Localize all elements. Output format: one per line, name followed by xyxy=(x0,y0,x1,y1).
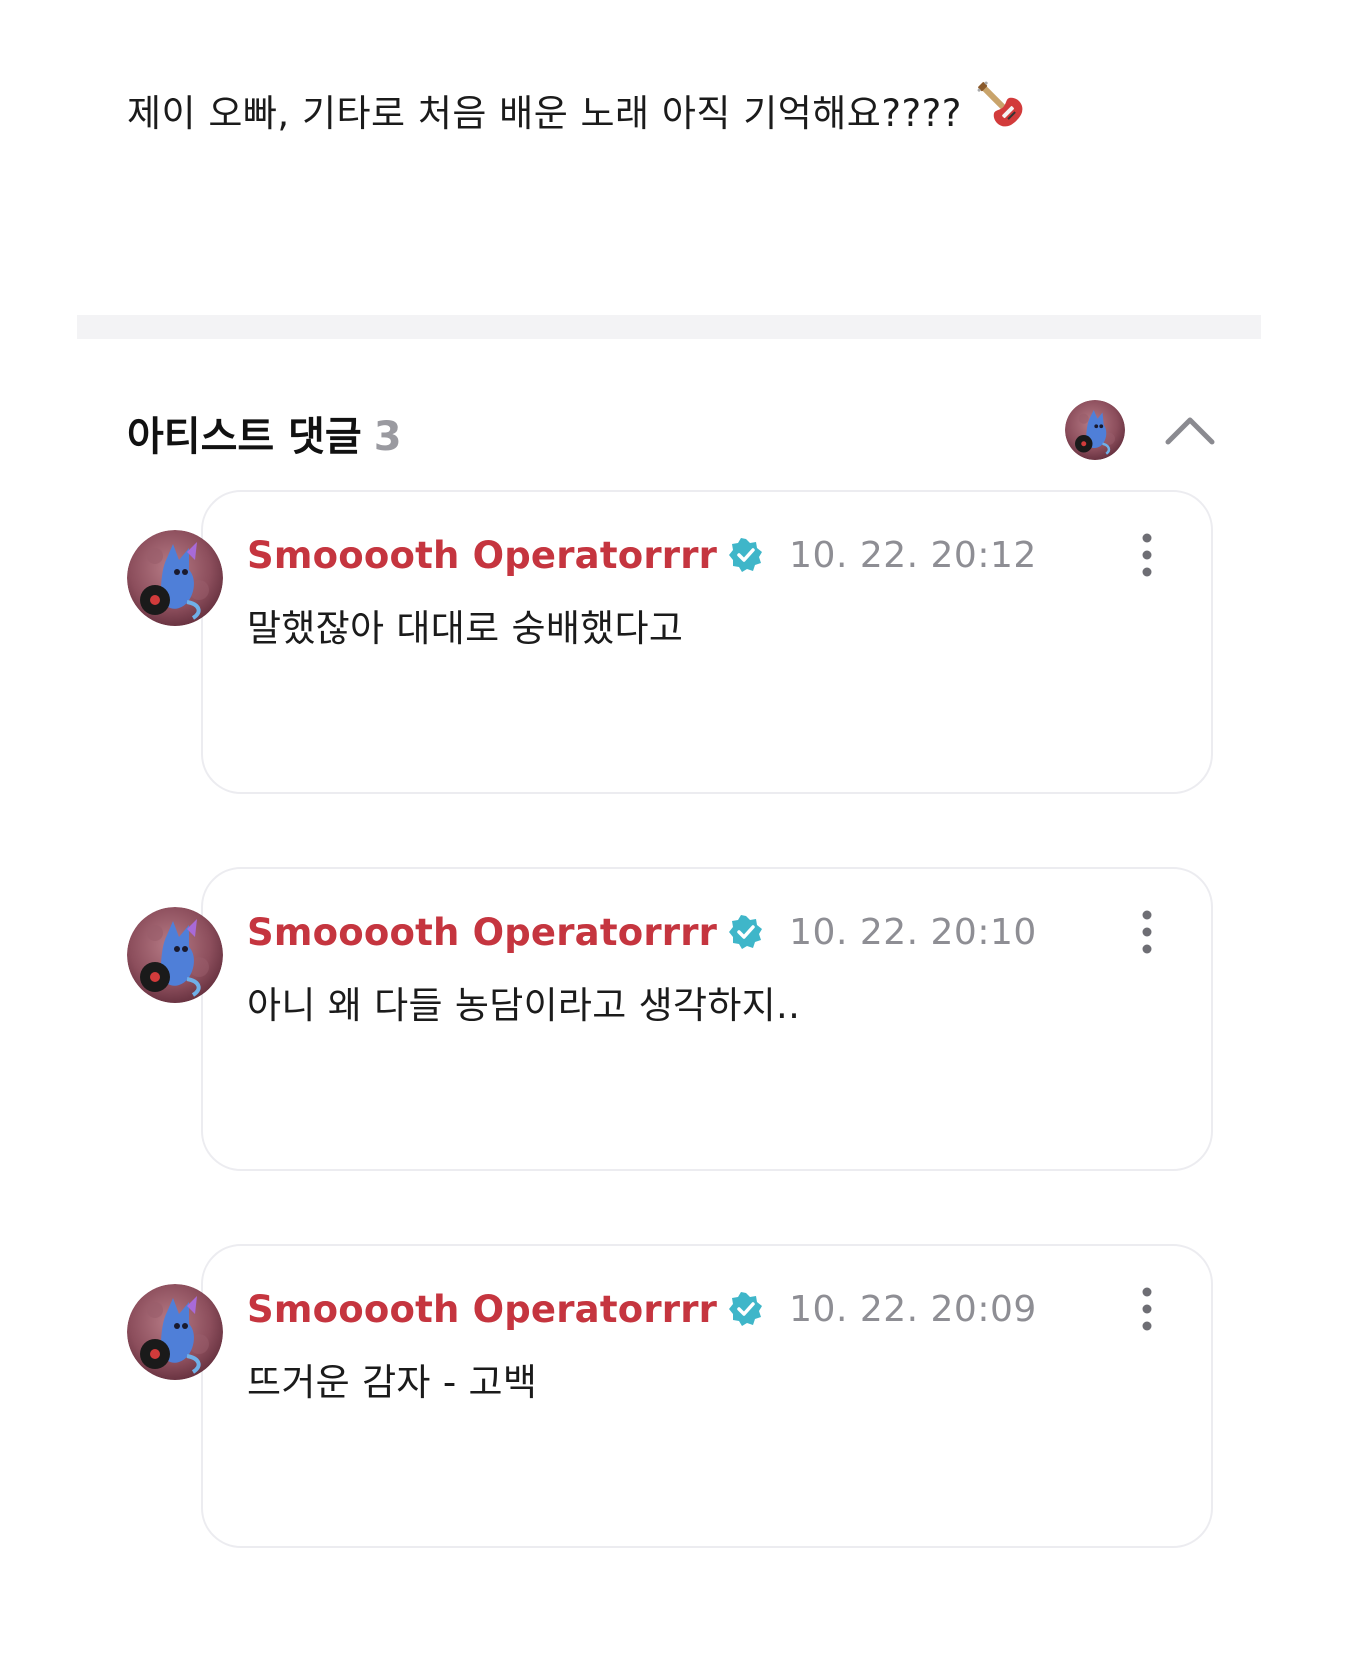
comment-text: 아니 왜 다들 농담이라고 생각하지.. xyxy=(247,984,801,1027)
section-divider xyxy=(77,315,1261,339)
post-body: 제이 오빠, 기타로 처음 배운 노래 아직 기억해요???? xyxy=(127,81,1030,147)
verified-badge-icon xyxy=(729,538,763,572)
comment-author[interactable]: Smooooth Operatorrrr xyxy=(247,1288,717,1331)
comment-meta: Smooooth Operatorrrr 10. 22. 20:09 xyxy=(247,1284,1037,1334)
comment-text: 뜨거운 감자 - 고백 xyxy=(247,1361,538,1404)
comment-author[interactable]: Smooooth Operatorrrr xyxy=(247,911,717,954)
comment-item: Smooooth Operatorrrr 10. 22. 20:09 뜨거운 감… xyxy=(127,1244,1217,1554)
comment-timestamp: 10. 22. 20:09 xyxy=(789,1288,1037,1330)
comment-item: Smooooth Operatorrrr 10. 22. 20:10 아니 왜 … xyxy=(127,867,1217,1177)
comment-meta: Smooooth Operatorrrr 10. 22. 20:10 xyxy=(247,907,1037,957)
more-vertical-icon[interactable] xyxy=(1127,530,1167,580)
section-title-label: 아티스트 댓글 xyxy=(127,414,362,460)
comment-count: 3 xyxy=(373,414,402,460)
verified-badge-icon xyxy=(729,915,763,949)
commenter-avatar[interactable] xyxy=(127,1284,223,1380)
chevron-up-icon[interactable] xyxy=(1162,410,1218,450)
more-vertical-icon[interactable] xyxy=(1127,907,1167,957)
post-text: 제이 오빠, 기타로 처음 배운 노래 아직 기억해요???? xyxy=(127,92,962,135)
more-vertical-icon[interactable] xyxy=(1127,1284,1167,1334)
comment-item: Smooooth Operatorrrr 10. 22. 20:12 말했잖아 … xyxy=(127,490,1217,800)
comment-timestamp: 10. 22. 20:12 xyxy=(789,534,1037,576)
verified-badge-icon xyxy=(729,1292,763,1326)
comment-timestamp: 10. 22. 20:10 xyxy=(789,911,1037,953)
artist-comments-title: 아티스트 댓글 3 xyxy=(127,404,402,462)
comment-meta: Smooooth Operatorrrr 10. 22. 20:12 xyxy=(247,530,1037,580)
artist-comments-header: 아티스트 댓글 3 xyxy=(127,400,1217,460)
commenter-avatar[interactable] xyxy=(127,530,223,626)
comment-text: 말했잖아 대대로 숭배했다고 xyxy=(247,607,684,650)
artist-avatar[interactable] xyxy=(1065,400,1125,460)
electric-guitar-icon xyxy=(972,76,1030,147)
comment-author[interactable]: Smooooth Operatorrrr xyxy=(247,534,717,577)
commenter-avatar[interactable] xyxy=(127,907,223,1003)
